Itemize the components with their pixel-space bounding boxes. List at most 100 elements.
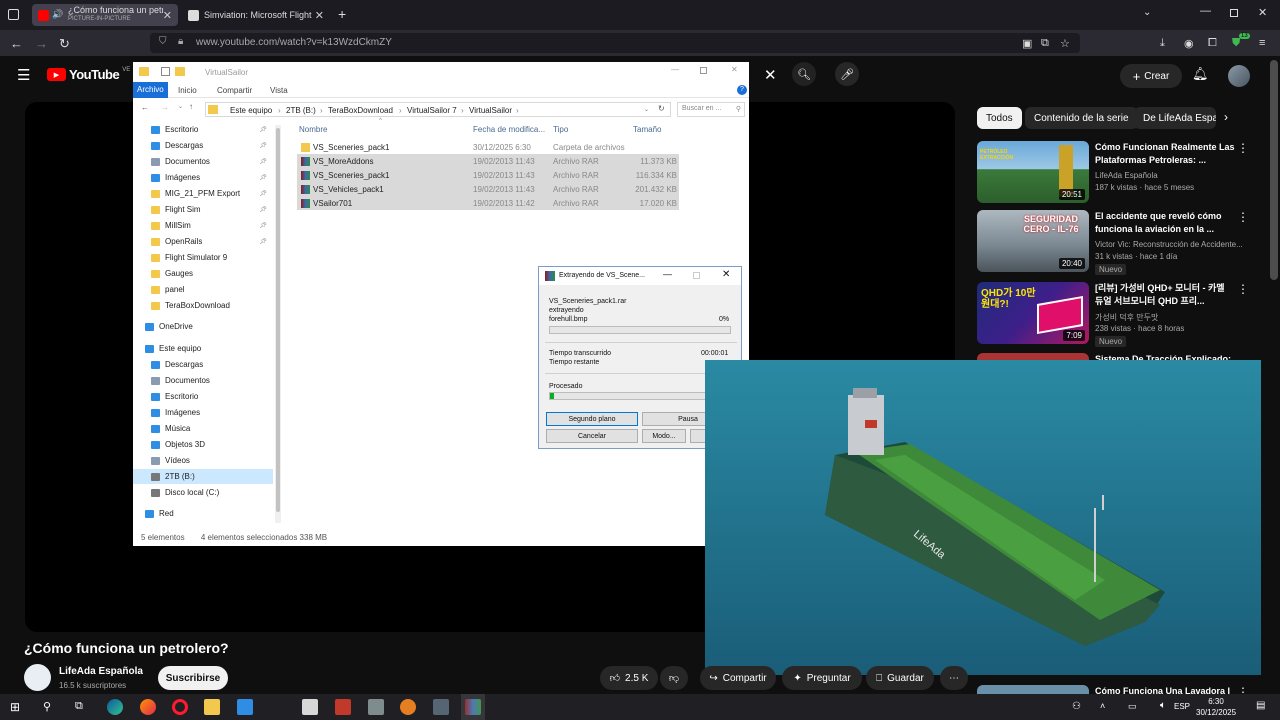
chevron-right-icon[interactable]: › [1224,110,1228,124]
breadcrumb-item[interactable]: Este equipo [230,106,272,115]
nav-item[interactable]: OneDrive [133,319,273,334]
new-folder-icon[interactable] [175,67,185,76]
nav-item[interactable]: MIG_21_PFM Export 📌︎ [133,186,273,201]
close-window-icon[interactable]: ✕ [1258,6,1267,19]
more-options-icon[interactable]: ⋮ [1237,141,1249,155]
youtube-logo[interactable]: ▶ YouTube VE [47,67,130,82]
subscribe-button[interactable]: Suscribirse [158,666,228,690]
column-header-date[interactable]: Fecha de modifica... [473,125,545,134]
channel-name[interactable]: LifeAda Española [59,666,143,677]
column-header-name[interactable]: Nombre [299,125,327,134]
nav-item[interactable]: OpenRails 📌︎ [133,234,273,249]
pin-icon[interactable]: 📌︎ [259,190,267,197]
create-button[interactable]: + Crear [1120,64,1182,88]
recommendation-item[interactable]: QHD가 10만원대?! 7:09 [리뷰] 가성비 QHD+ 모니터 - 카멜… [977,282,1249,347]
pip-icon[interactable]: ⧉ [1041,37,1049,50]
nav-item[interactable]: Imágenes [133,405,273,420]
nav-item[interactable]: Objetos 3D [133,437,273,452]
file-explorer-icon[interactable] [204,699,220,715]
address-bar[interactable]: Este equipo › 2TB (B:) › TeraBoxDownload… [205,102,671,117]
more-options-icon[interactable]: ⋮ [1237,282,1249,296]
microphone-icon[interactable]: 🎤︎ [835,62,859,86]
ribbon-tab-inicio[interactable]: Inicio [178,86,197,95]
restore-icon[interactable] [1230,9,1238,17]
nav-item[interactable]: Música [133,421,273,436]
nav-item[interactable]: Vídeos [133,453,273,468]
refresh-icon[interactable]: ↻ [658,104,665,113]
breadcrumb-item[interactable]: VirtualSailor 7 [407,106,457,115]
firefox-icon[interactable] [140,699,156,715]
nav-item[interactable]: Flight Simulator 9 [133,250,273,265]
extensions-icon[interactable]: ⧠ [1208,37,1217,50]
pin-icon[interactable]: 📌︎ [259,238,267,245]
recommendation-item[interactable]: SEGURIDAD CERO - IL-76 20:40 El accident… [977,210,1249,275]
back-icon[interactable]: ← [141,103,149,112]
file-row[interactable]: VS_MoreAddons 19/02/2013 11:43 Archivo RAR… [297,154,679,168]
list-tabs-icon[interactable]: ⌄ [1143,7,1151,18]
url-field[interactable]: ⛉ 🔒︎ www.youtube.com/watch?v=k13WzdCkmZY [150,33,1080,53]
ribbon-tab-archivo[interactable]: Archivo [133,82,168,98]
more-options-icon[interactable]: ⋮ [1237,685,1247,694]
up-folder-icon[interactable]: ↑ [189,102,193,111]
search-icon[interactable]: ⚲ [43,700,51,713]
notifications-bell-icon[interactable]: 🔔︎ [1192,66,1209,82]
nav-item[interactable]: Gauges [133,266,273,281]
picture-in-picture-video[interactable]: LifeAda [705,360,1261,675]
reader-view-icon[interactable]: ▣ [1022,37,1032,50]
like-button[interactable]: 👍︎ 2.5 K [600,666,658,690]
bookmark-star-icon[interactable]: ☆ [1060,37,1070,50]
aircraft-icon[interactable] [433,699,449,715]
pin-icon[interactable]: 📌︎ [259,206,267,213]
nav-item[interactable]: Descargas 📌︎ [133,138,273,153]
mode-button[interactable]: Modo... [642,429,686,443]
minimize-icon[interactable]: — [671,65,679,74]
nav-item[interactable]: Documentos [133,373,273,388]
breadcrumb-item[interactable]: VirtualSailor [469,106,512,115]
pin-icon[interactable]: 📌︎ [259,222,267,229]
recent-locations-icon[interactable]: ⌄ [178,103,183,110]
account-icon[interactable]: ◉ [1184,37,1194,50]
nav-item[interactable]: TeraBoxDownload [133,298,273,313]
opera-icon[interactable] [172,699,188,715]
tab-overview-icon[interactable] [8,9,19,20]
hamburger-menu-icon[interactable]: ☰ [17,66,30,84]
speaker-icon[interactable]: 🔊 [52,9,63,20]
column-header-size[interactable]: Tamaño [633,125,661,134]
chip-series[interactable]: Contenido de la serie [1025,107,1138,129]
minimize-icon[interactable]: — [663,269,672,279]
nav-item[interactable]: Descargas [133,357,273,372]
tab-youtube[interactable]: 🔊 ¿Cómo funciona un petrolero? PICTURE-I… [32,4,178,26]
ribbon-tab-compartir[interactable]: Compartir [217,86,252,95]
chip-channel[interactable]: De LifeAda Espa [1134,107,1216,129]
volume-icon[interactable]: 🔈︎ [1160,700,1166,711]
flight-sim-icon[interactable] [400,699,416,715]
address-dropdown-icon[interactable]: ⌄ [644,106,649,113]
pin-icon[interactable]: 📌︎ [259,158,267,165]
properties-icon[interactable] [161,67,170,76]
downloads-icon[interactable]: ⤓ [1160,37,1165,50]
cancel-button[interactable]: Cancelar [546,429,638,443]
tray-chevron-icon[interactable]: ˄ [1100,701,1105,711]
avatar[interactable] [1228,65,1250,87]
file-row[interactable]: VS_Vehicles_pack1 19/02/2013 11:43 Archivo… [297,182,679,196]
mail-icon[interactable] [302,699,318,715]
nav-item[interactable]: Escritorio [133,389,273,404]
help-icon[interactable]: ? [737,85,747,95]
app-icon[interactable] [335,699,351,715]
pin-icon[interactable]: 📌︎ [259,174,267,181]
ask-button[interactable]: ✦ Preguntar [782,666,862,690]
pin-icon[interactable]: 📌︎ [259,126,267,133]
recommendation-item[interactable]: PETRÓLEO EXTRACCIÓN 20:51 Cómo Funcionan… [977,141,1249,205]
nav-item[interactable]: Flight Sim 📌︎ [133,202,273,217]
reload-icon[interactable]: ↻ [59,36,70,52]
forward-icon[interactable]: → [35,36,48,51]
shield-extension-icon[interactable]: ⛊ [1232,37,1240,50]
nav-item[interactable]: Disco local (C:) [133,485,273,500]
search-icon[interactable]: 🔍︎ [792,62,816,86]
nav-item[interactable]: panel [133,282,273,297]
ship-app-icon[interactable] [368,699,384,715]
file-row[interactable]: VS_Sceneries_pack1 19/02/2013 11:43 Archiv… [297,168,679,182]
close-tab-icon[interactable]: ✕ [163,9,172,22]
edge-icon[interactable] [107,699,123,715]
store-icon[interactable] [237,699,253,715]
